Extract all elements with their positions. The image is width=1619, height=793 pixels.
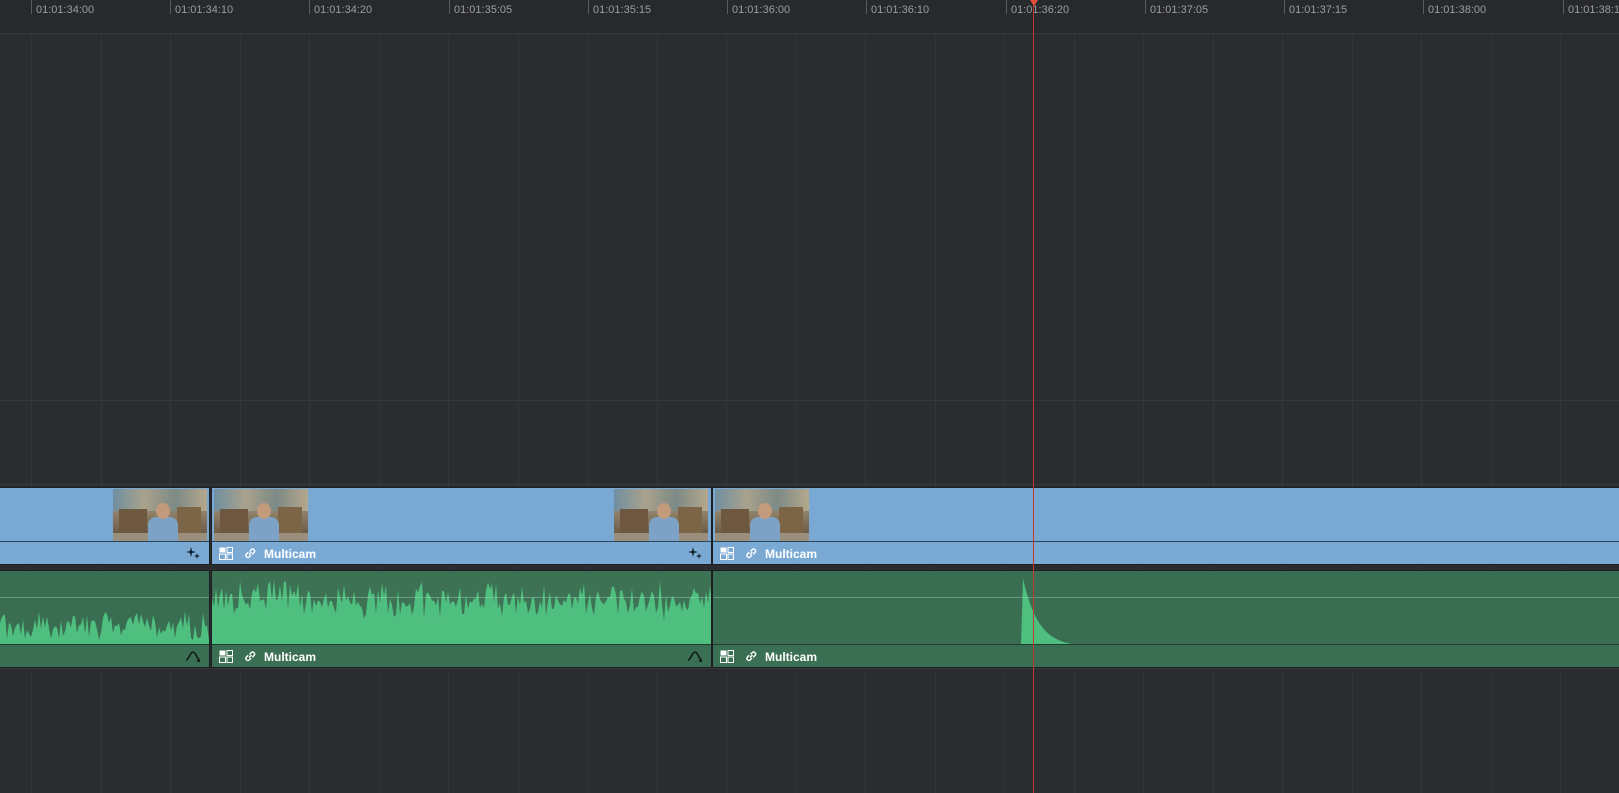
clip-name-bar: Multicam [713,541,1619,564]
clip-name-bar [0,541,209,564]
ruler-tick [449,0,450,14]
ruler-timecode: 01:01:37:05 [1150,4,1209,16]
grid-line [1143,33,1144,793]
grid-line [378,33,380,793]
waveform-shape [0,611,209,647]
video-clip[interactable] [0,487,210,565]
clip-thumbnail [113,489,207,543]
multicam-icon [720,547,734,560]
playhead-handle[interactable] [1026,0,1042,6]
ruler-tick [170,0,171,14]
ruler-tick [31,0,32,14]
ruler-timecode: 01:01:34:20 [314,4,373,16]
track-divider [0,400,1619,401]
audio-curve-icon [687,651,703,662]
ruler-tick [1284,0,1285,14]
grid-line [309,33,310,793]
audio-curve-icon [185,651,201,662]
ruler-tick [588,0,589,14]
audio-level-line [212,597,711,598]
audio-clip[interactable]: Multicam [211,570,712,668]
ruler-tick [727,0,728,14]
clip-label: Multicam [264,650,317,664]
ruler-timecode: 01:01:36:00 [732,4,791,16]
link-icon [746,548,757,559]
grid-line [31,33,32,793]
multicam-icon [219,547,233,560]
grid-line [448,33,449,793]
playhead-line[interactable] [1033,0,1034,793]
link-icon [746,651,757,662]
clip-thumbnail [614,489,708,543]
audio-level-line [0,597,209,598]
grid-line [1282,33,1283,793]
ruler-timecode: 01:01:38:00 [1428,4,1487,16]
grid-line [726,33,727,793]
track-divider [0,668,1619,669]
clip-thumbnail [715,489,809,543]
audio-waveform [713,578,1619,647]
grid-line [1490,33,1492,793]
waveform-shape [212,579,711,647]
ruler-timecode: 01:01:36:10 [871,4,930,16]
effects-sparkle-icon [688,547,702,559]
grid-line [170,33,171,793]
audio-waveform [212,579,711,647]
video-clip[interactable]: Multicam [211,487,712,565]
clip-name-bar: Multicam [212,541,711,564]
clip-label: Multicam [765,547,818,561]
link-icon [245,651,256,662]
clip-name-bar: Multicam [212,644,711,667]
ruler-tick [1423,0,1424,14]
ruler-timecode: 01:01:35:05 [454,4,513,16]
grid-line [100,33,102,793]
grid-line [587,33,588,793]
grid-line [656,33,658,793]
ruler-tick [309,0,310,14]
ruler-timecode: 01:01:34:10 [175,4,234,16]
ruler-timecode: 01:01:34:00 [36,4,95,16]
ruler-timecode: 01:01:37:15 [1289,4,1348,16]
ruler-timecode: 01:01:38:1 [1568,4,1619,16]
grid-line [795,33,797,793]
grid-line [1421,33,1422,793]
multicam-icon [219,650,233,663]
audio-clip[interactable] [0,570,210,668]
clip-name-bar: Multicam [713,644,1619,667]
ruler-tick [866,0,867,14]
timecode-ruler[interactable]: 01:01:34:00 01:01:34:10 01:01:34:20 01:0… [0,0,1619,34]
grid-line [934,33,936,793]
ruler-tick [1563,0,1564,14]
clip-label: Multicam [264,547,317,561]
clip-name-bar [0,644,209,667]
grid-line [1004,33,1005,793]
video-clip[interactable]: Multicam [712,487,1619,565]
grid-line [1560,33,1561,793]
ruler-tick [1006,0,1007,14]
ruler-timecode: 01:01:35:15 [593,4,652,16]
audio-waveform [0,611,209,647]
grid-line [1212,33,1214,793]
audio-clip[interactable]: Multicam [712,570,1619,668]
grid-line [865,33,866,793]
grid-line [239,33,241,793]
track-divider [0,484,1619,485]
audio-level-line [713,597,1619,598]
multicam-icon [720,650,734,663]
grid-line [517,33,519,793]
clip-label: Multicam [765,650,818,664]
ruler-tick [1145,0,1146,14]
waveform-shape [713,578,1619,647]
clip-thumbnail [214,489,308,543]
effects-sparkle-icon [186,547,200,559]
timeline[interactable]: 01:01:34:00 01:01:34:10 01:01:34:20 01:0… [0,0,1619,793]
grid-line [1351,33,1353,793]
grid-line [1073,33,1075,793]
link-icon [245,548,256,559]
